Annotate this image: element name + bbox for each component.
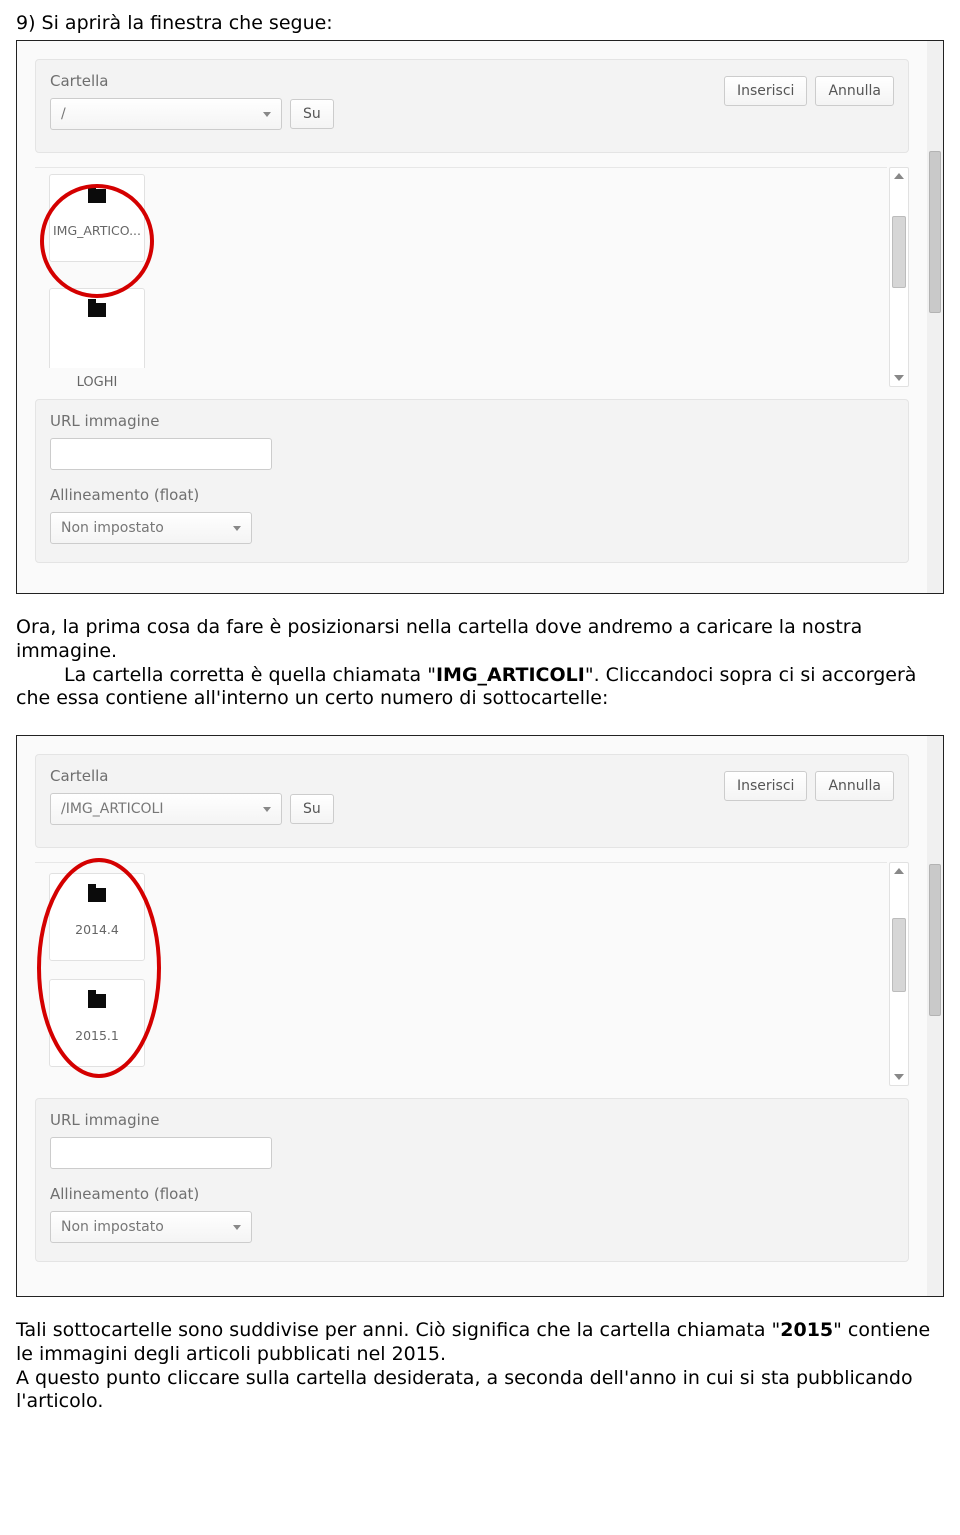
outer-scrollbar-thumb[interactable] — [929, 864, 941, 1016]
para1-pre: La cartella corretta è quella chiamata " — [64, 664, 436, 686]
url-label: URL immagine — [50, 1111, 894, 1129]
up-button[interactable]: Su — [290, 794, 334, 824]
inner-scrollbar[interactable] — [889, 862, 909, 1086]
para2-line1: Tali sottocartelle sono suddivise per an… — [16, 1319, 930, 1365]
para2-bold: 2015 — [780, 1319, 833, 1341]
folder-label: 2014.4 — [73, 922, 121, 937]
para2-line2: A questo punto cliccare sulla cartella d… — [16, 1367, 913, 1413]
chevron-down-icon — [263, 112, 271, 117]
insert-button[interactable]: Inserisci — [724, 771, 807, 801]
folder-icon — [88, 888, 106, 902]
folder-label: 2015.1 — [73, 1028, 121, 1043]
folder-label: LOGHI — [50, 375, 144, 390]
cancel-button[interactable]: Annulla — [815, 771, 894, 801]
chevron-down-icon — [233, 1225, 241, 1230]
para1-line1: Ora, la prima cosa da fare è posizionars… — [16, 616, 862, 662]
insert-button[interactable]: Inserisci — [724, 76, 807, 106]
path-select-value: /IMG_ARTICOLI — [61, 801, 163, 817]
folder-tile-loghi[interactable]: LOGHI — [49, 288, 145, 368]
alignment-label: Allineamento (float) — [50, 486, 894, 504]
filebrowser-screenshot-1: Cartella / Su Inserisci Annulla IMG_ARTI… — [16, 40, 944, 594]
image-options-panel: URL immagine Allineamento (float) Non im… — [35, 399, 909, 563]
url-label: URL immagine — [50, 412, 894, 430]
paragraph-2: Tali sottocartelle sono suddivise per an… — [16, 1319, 944, 1414]
step-heading: 9) Si aprirà la finestra che segue: — [16, 12, 944, 34]
alignment-select-value: Non impostato — [61, 1219, 164, 1235]
folder-browse-area: IMG_ARTICO... LOGHI — [35, 167, 909, 387]
scroll-down-icon[interactable] — [890, 1069, 908, 1085]
outer-scrollbar[interactable] — [926, 41, 943, 593]
paragraph-1: Ora, la prima cosa da fare è posizionars… — [16, 616, 944, 711]
folder-panel: Cartella /IMG_ARTICOLI Su Inserisci Annu… — [35, 754, 909, 848]
folder-tile-2015-1[interactable]: 2015.1 — [49, 979, 145, 1067]
folder-icon — [88, 189, 106, 203]
inner-scrollbar-thumb[interactable] — [892, 216, 906, 288]
folder-label: IMG_ARTICO... — [51, 223, 143, 238]
folder-panel: Cartella / Su Inserisci Annulla — [35, 59, 909, 153]
para1-line2: La cartella corretta è quella chiamata "… — [16, 664, 944, 712]
url-input[interactable] — [50, 438, 272, 470]
outer-scrollbar[interactable] — [926, 736, 943, 1296]
path-select[interactable]: /IMG_ARTICOLI — [50, 793, 282, 825]
url-input[interactable] — [50, 1137, 272, 1169]
outer-scrollbar-thumb[interactable] — [929, 151, 941, 313]
alignment-select[interactable]: Non impostato — [50, 512, 252, 544]
up-button[interactable]: Su — [290, 99, 334, 129]
chevron-down-icon — [233, 526, 241, 531]
scroll-up-icon[interactable] — [890, 863, 908, 879]
scroll-down-icon[interactable] — [890, 370, 908, 386]
alignment-label: Allineamento (float) — [50, 1185, 894, 1203]
inner-scrollbar-thumb[interactable] — [892, 918, 906, 992]
scroll-up-icon[interactable] — [890, 168, 908, 184]
folder-icon — [88, 303, 106, 317]
alignment-select[interactable]: Non impostato — [50, 1211, 252, 1243]
para2-pre: Tali sottocartelle sono suddivise per an… — [16, 1319, 780, 1341]
filebrowser-screenshot-2: Cartella /IMG_ARTICOLI Su Inserisci Annu… — [16, 735, 944, 1297]
path-select-value: / — [61, 106, 66, 122]
folder-tile-img-articoli[interactable]: IMG_ARTICO... — [49, 174, 145, 262]
alignment-select-value: Non impostato — [61, 520, 164, 536]
inner-scrollbar[interactable] — [889, 167, 909, 387]
para1-bold: IMG_ARTICOLI — [436, 664, 585, 686]
folder-tile-2014-4[interactable]: 2014.4 — [49, 873, 145, 961]
folder-browse-area: 2014.4 2015.1 — [35, 862, 909, 1086]
cancel-button[interactable]: Annulla — [815, 76, 894, 106]
chevron-down-icon — [263, 807, 271, 812]
image-options-panel: URL immagine Allineamento (float) Non im… — [35, 1098, 909, 1262]
path-select[interactable]: / — [50, 98, 282, 130]
folder-icon — [88, 994, 106, 1008]
